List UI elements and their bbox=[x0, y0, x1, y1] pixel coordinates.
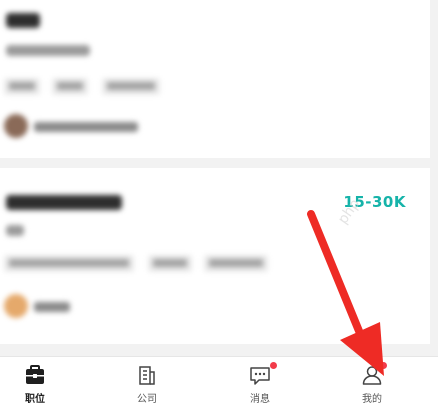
recruiter-info bbox=[34, 122, 138, 132]
tab-label: 我的 bbox=[362, 394, 382, 405]
company-info bbox=[6, 225, 24, 236]
briefcase-icon bbox=[26, 365, 44, 384]
job-tag bbox=[148, 255, 192, 272]
job-tag bbox=[102, 78, 160, 95]
message-icon bbox=[250, 367, 270, 385]
job-card[interactable] bbox=[0, 0, 430, 158]
job-tag bbox=[4, 78, 40, 95]
tab-messages[interactable]: 消息 bbox=[220, 357, 300, 407]
job-tag bbox=[204, 255, 268, 272]
avatar bbox=[4, 114, 28, 138]
job-title bbox=[6, 195, 122, 210]
bottom-tab-bar: 职位 公司 消息 我的 bbox=[0, 356, 438, 407]
tab-me[interactable]: 我的 bbox=[332, 357, 412, 407]
tab-jobs[interactable]: 职位 bbox=[0, 357, 75, 407]
company-icon bbox=[139, 366, 155, 385]
tab-label: 公司 bbox=[137, 394, 157, 405]
recruiter-info bbox=[34, 302, 70, 312]
tab-label: 消息 bbox=[250, 394, 270, 405]
badge-dot bbox=[270, 362, 277, 369]
badge-dot bbox=[380, 362, 387, 369]
job-title bbox=[6, 13, 40, 28]
job-tag bbox=[52, 78, 88, 95]
job-tag bbox=[4, 255, 134, 272]
tab-label: 职位 bbox=[25, 394, 45, 405]
tab-company[interactable]: 公司 bbox=[107, 357, 187, 407]
avatar bbox=[4, 294, 28, 318]
company-info bbox=[6, 45, 90, 56]
job-card[interactable]: 15-30K bbox=[0, 168, 430, 344]
